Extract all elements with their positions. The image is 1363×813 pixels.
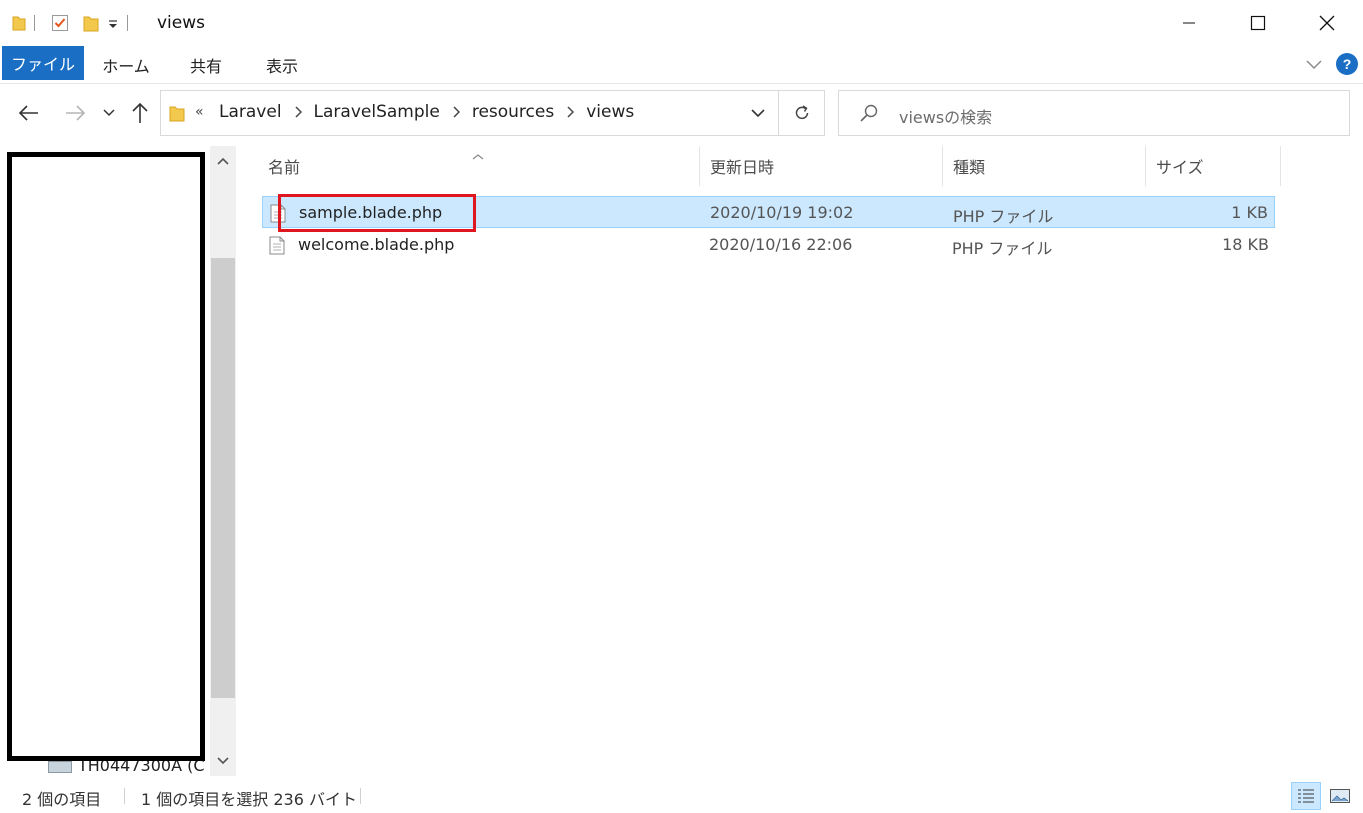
quick-access-toolbar xyxy=(12,12,136,34)
refresh-button[interactable] xyxy=(778,91,825,135)
file-type: PHP ファイル xyxy=(953,207,1054,226)
properties-icon[interactable] xyxy=(51,14,69,32)
tab-share[interactable]: 共有 xyxy=(176,48,236,82)
file-type: PHP ファイル xyxy=(952,239,1053,258)
file-row[interactable]: sample.blade.php 2020/10/19 19:02 PHP ファ… xyxy=(262,196,1275,228)
file-row[interactable]: welcome.blade.php 2020/10/16 22:06 PHP フ… xyxy=(262,229,1275,261)
chevron-down-icon xyxy=(751,109,765,118)
drive-icon xyxy=(48,760,72,773)
file-date: 2020/10/16 22:06 xyxy=(709,235,853,254)
redaction-box xyxy=(7,152,205,761)
tab-home[interactable]: ホーム xyxy=(96,48,156,82)
status-bar: 2 個の項目 1 個の項目を選択 236 バイト xyxy=(0,776,1363,813)
column-headers: 名前 更新日時 種類 サイズ xyxy=(258,146,1282,186)
toolbar-separator xyxy=(127,15,128,31)
new-folder-icon[interactable] xyxy=(83,14,99,32)
file-size: 18 KB xyxy=(1222,235,1269,254)
breadcrumb: Laravel LaravelSample resources views xyxy=(217,102,636,122)
up-button[interactable] xyxy=(126,96,154,130)
refresh-icon xyxy=(795,105,809,120)
scroll-down-button[interactable] xyxy=(214,752,232,770)
close-icon xyxy=(1319,15,1335,31)
chevron-right-icon[interactable] xyxy=(566,106,575,118)
search-input[interactable]: viewsの検索 xyxy=(838,90,1350,136)
details-view-button[interactable] xyxy=(1291,782,1321,810)
file-icon xyxy=(269,236,285,259)
back-button[interactable] xyxy=(14,96,44,130)
maximize-button[interactable] xyxy=(1235,0,1281,46)
expand-ribbon-button[interactable] xyxy=(1302,54,1326,74)
chevron-down-icon xyxy=(1306,60,1322,70)
folder-icon xyxy=(12,15,26,31)
arrow-left-icon xyxy=(18,105,38,121)
scroll-up-button[interactable] xyxy=(214,152,232,170)
large-icons-view-icon xyxy=(1330,789,1350,803)
column-header-type[interactable]: 種類 xyxy=(943,146,1146,186)
chevron-right-icon[interactable] xyxy=(452,106,460,118)
chevron-down-icon xyxy=(217,757,229,765)
address-bar[interactable]: « Laravel LaravelSample resources views xyxy=(160,90,825,136)
arrow-up-icon xyxy=(132,102,148,123)
search-icon xyxy=(859,104,879,128)
title-bar: views xyxy=(0,0,1363,46)
folder-icon xyxy=(169,104,185,126)
file-icon xyxy=(270,204,286,227)
arrow-right-icon xyxy=(66,105,86,121)
search-placeholder: viewsの検索 xyxy=(899,108,993,127)
breadcrumb-laravelsample[interactable]: LaravelSample xyxy=(312,102,442,122)
details-view-icon xyxy=(1298,789,1314,803)
breadcrumb-laravel[interactable]: Laravel xyxy=(217,102,284,122)
file-name: welcome.blade.php xyxy=(298,235,455,254)
status-selection-info: 1 個の項目を選択 236 バイト xyxy=(141,790,357,809)
breadcrumb-overflow[interactable]: « xyxy=(195,104,204,120)
status-item-count: 2 個の項目 xyxy=(22,790,102,809)
breadcrumb-resources[interactable]: resources xyxy=(470,102,556,122)
file-size: 1 KB xyxy=(1231,203,1268,222)
address-history-button[interactable] xyxy=(739,91,777,135)
window-title: views xyxy=(157,13,206,33)
status-separator xyxy=(124,788,125,804)
chevron-up-icon xyxy=(217,157,229,165)
maximize-icon xyxy=(1250,15,1266,31)
forward-button[interactable] xyxy=(60,96,90,130)
chevron-right-icon[interactable] xyxy=(294,106,302,118)
scroll-thumb[interactable] xyxy=(211,258,235,698)
minimize-button[interactable] xyxy=(1166,0,1212,46)
status-separator xyxy=(360,788,361,804)
file-name: sample.blade.php xyxy=(299,203,443,222)
file-date: 2020/10/19 19:02 xyxy=(710,203,854,222)
customize-toolbar-icon[interactable] xyxy=(107,14,119,32)
column-header-date[interactable]: 更新日時 xyxy=(700,146,943,186)
tab-file[interactable]: ファイル xyxy=(2,46,84,80)
minimize-icon xyxy=(1183,22,1195,24)
recent-locations-button[interactable] xyxy=(98,96,120,130)
tab-view[interactable]: 表示 xyxy=(252,48,312,82)
breadcrumb-views[interactable]: views xyxy=(584,102,636,122)
column-header-size[interactable]: サイズ xyxy=(1146,146,1281,186)
chevron-down-icon xyxy=(103,109,115,117)
column-header-name[interactable]: 名前 xyxy=(258,146,700,186)
close-button[interactable] xyxy=(1304,0,1350,46)
nav-scrollbar[interactable] xyxy=(210,146,236,776)
ribbon: ファイル ホーム 共有 表示 ? xyxy=(0,46,1363,84)
large-icons-view-button[interactable] xyxy=(1325,782,1355,810)
help-button[interactable]: ? xyxy=(1336,53,1358,75)
toolbar-separator xyxy=(34,15,35,31)
